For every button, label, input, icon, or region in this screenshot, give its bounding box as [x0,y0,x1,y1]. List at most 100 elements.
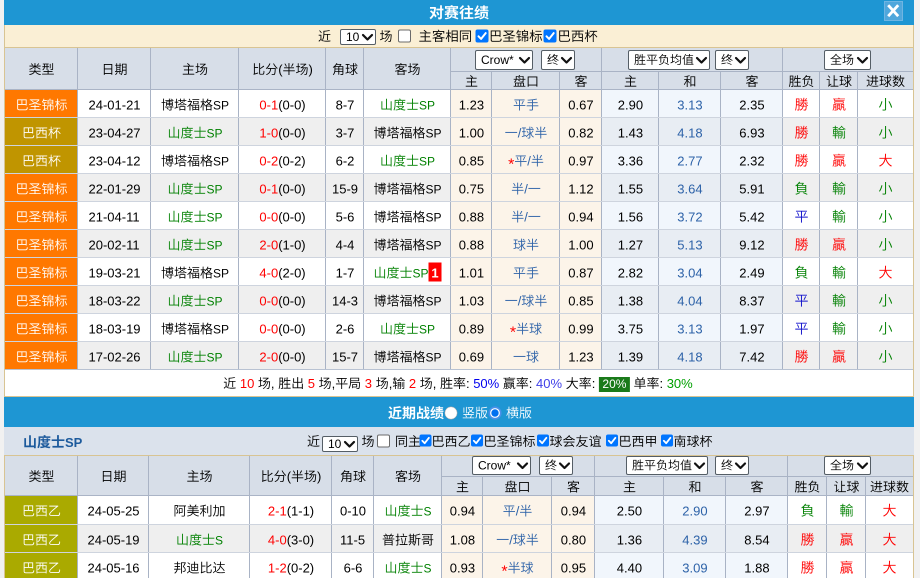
svg-text:24-05-16: 24-05-16 [88,561,140,576]
svg-text::: : [529,376,536,391]
svg-text:21-04-11: 21-04-11 [89,210,140,225]
svg-text:/: / [509,533,513,548]
svg-text:5.13: 5.13 [677,238,702,253]
svg-text:*: * [510,325,516,342]
svg-text:0.95: 0.95 [561,561,586,576]
svg-text:SP: SP [213,99,229,113]
svg-text:0.67: 0.67 [568,98,593,113]
svg-text:S: S [215,534,223,548]
svg-text:4.18: 4.18 [677,350,702,365]
svg-text:0-0: 0-0 [259,322,278,337]
svg-text:SP: SP [426,239,442,253]
svg-text:0.80: 0.80 [561,533,586,548]
svg-text:Crow*: Crow* [478,459,511,473]
svg-text:1.97: 1.97 [739,322,764,337]
svg-text:SP: SP [207,211,223,225]
svg-text:0.85: 0.85 [568,294,593,309]
svg-text:20%: 20% [602,377,626,391]
svg-text:0.89: 0.89 [459,322,484,337]
svg-text:0.88: 0.88 [459,238,484,253]
svg-text:(0-0): (0-0) [278,98,305,113]
svg-text:3.75: 3.75 [618,322,643,337]
svg-text:1-2: 1-2 [268,561,287,576]
svg-text:SP: SP [426,183,442,197]
svg-text:SP: SP [419,323,435,337]
svg-text::: : [466,376,473,391]
svg-text:2-0: 2-0 [259,238,278,253]
svg-text:4-0: 4-0 [268,533,287,548]
svg-text:20-02-11: 20-02-11 [89,238,140,253]
svg-text:(1-1): (1-1) [287,504,314,519]
svg-text:0-1: 0-1 [259,98,278,113]
svg-text:SP: SP [207,239,223,253]
svg-text:SP: SP [426,211,442,225]
svg-text:2-1: 2-1 [268,504,287,519]
svg-text:0.87: 0.87 [568,266,593,281]
svg-text:(0-0): (0-0) [278,350,305,365]
svg-text:/: / [518,294,522,309]
svg-text:2-0: 2-0 [259,350,278,365]
svg-text:6.93: 6.93 [739,126,764,141]
svg-text:0.94: 0.94 [561,504,586,519]
svg-text:1.39: 1.39 [618,350,643,365]
svg-text:0.85: 0.85 [459,154,484,169]
svg-text:19-03-21: 19-03-21 [89,266,141,281]
svg-text:SP: SP [207,351,223,365]
svg-text:24-01-21: 24-01-21 [89,98,141,113]
svg-text:2.32: 2.32 [739,154,764,169]
svg-text:SP: SP [426,127,442,141]
svg-text:/: / [518,126,522,141]
svg-text:*: * [501,564,507,578]
svg-text:Crow*: Crow* [481,53,514,67]
svg-text:*: * [508,157,514,174]
svg-text:1.55: 1.55 [618,182,643,197]
svg-text:,: , [271,376,278,391]
svg-text:1.23: 1.23 [459,98,484,113]
svg-text:2.35: 2.35 [739,98,764,113]
svg-text:6-2: 6-2 [336,154,355,169]
svg-text:3: 3 [365,376,372,391]
svg-text:,: , [433,376,440,391]
svg-text:3.64: 3.64 [677,182,702,197]
svg-text:0.75: 0.75 [459,182,484,197]
svg-text:1.12: 1.12 [568,182,593,197]
svg-text:0.94: 0.94 [568,210,593,225]
svg-text:1-7: 1-7 [336,266,355,281]
svg-text:SP: SP [413,267,429,281]
svg-text:,: , [332,376,336,391]
svg-text:SP: SP [207,127,223,141]
svg-text:11-5: 11-5 [340,533,365,548]
svg-text:(3-0): (3-0) [287,533,314,548]
svg-text:1.03: 1.03 [459,294,484,309]
svg-text:5-6: 5-6 [336,210,355,225]
svg-text:8-7: 8-7 [336,98,355,113]
svg-text:9.12: 9.12 [739,238,764,253]
svg-text:,: , [389,376,393,391]
svg-text:4.04: 4.04 [677,294,702,309]
svg-text:(2-0): (2-0) [278,266,305,281]
svg-text:3.04: 3.04 [677,266,702,281]
svg-text:15-9: 15-9 [332,182,358,197]
svg-text:/: / [527,154,531,169]
svg-text:2.90: 2.90 [618,98,643,113]
svg-text:SP: SP [426,351,442,365]
svg-text:5.91: 5.91 [739,182,764,197]
svg-text:1.43: 1.43 [618,126,643,141]
svg-text:24-05-25: 24-05-25 [88,504,140,519]
svg-text:0.94: 0.94 [450,504,475,519]
svg-text:/: / [524,210,528,225]
svg-text:2.50: 2.50 [617,504,642,519]
svg-text:0-10: 0-10 [340,504,366,519]
svg-text:0-2: 0-2 [259,154,278,169]
svg-text:1.00: 1.00 [568,238,593,253]
svg-text:SP: SP [65,435,83,450]
svg-text:2.90: 2.90 [682,504,707,519]
svg-text:S: S [424,562,432,576]
svg-text:1.00: 1.00 [459,126,484,141]
svg-text:14-3: 14-3 [332,294,358,309]
svg-text:18-03-19: 18-03-19 [89,322,141,337]
svg-text:23-04-12: 23-04-12 [89,154,141,169]
svg-text:(0-0): (0-0) [278,182,305,197]
svg-text:(0-2): (0-2) [287,561,314,576]
svg-text:1.88: 1.88 [744,561,769,576]
